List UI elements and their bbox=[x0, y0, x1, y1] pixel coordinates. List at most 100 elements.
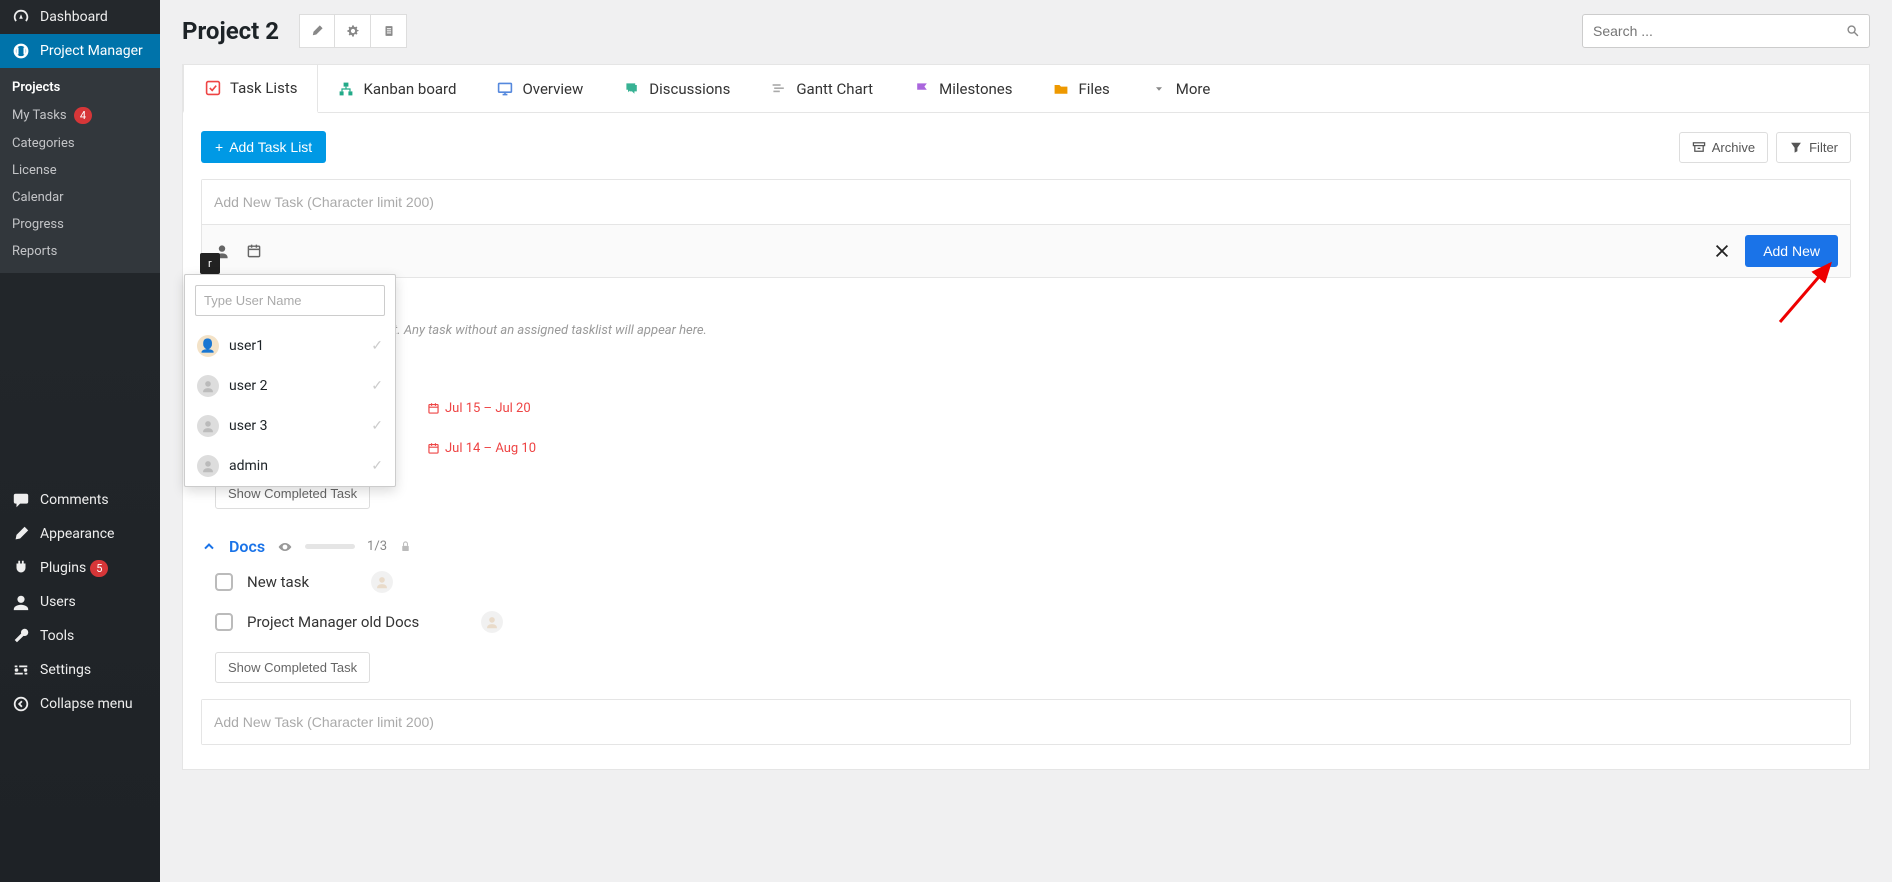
sidebar-sub-mytasks[interactable]: My Tasks 4 bbox=[0, 101, 160, 130]
eye-icon[interactable] bbox=[277, 539, 293, 555]
sidebar-sub-license[interactable]: License bbox=[0, 157, 160, 184]
user-name: user1 bbox=[229, 338, 264, 354]
add-task-box-bottom bbox=[201, 699, 1851, 745]
sidebar-sub-categories[interactable]: Categories bbox=[0, 130, 160, 157]
tab-overview[interactable]: Overview bbox=[476, 65, 603, 112]
plugins-count-badge: 5 bbox=[90, 560, 108, 577]
sidebar-item-collapse[interactable]: Collapse menu bbox=[0, 687, 160, 721]
sidebar-item-dashboard[interactable]: Dashboard bbox=[0, 0, 160, 34]
tab-files[interactable]: Files bbox=[1032, 65, 1129, 112]
search-input[interactable] bbox=[1582, 14, 1870, 48]
sidebar-label: Users bbox=[40, 594, 76, 610]
user-option[interactable]: 👤 user1 ✓ bbox=[191, 326, 389, 366]
search-box bbox=[1582, 14, 1870, 48]
chat-icon bbox=[623, 80, 641, 98]
sidebar-item-project-manager[interactable]: Project Manager bbox=[0, 34, 160, 68]
add-task-input-bottom[interactable] bbox=[202, 700, 1850, 744]
calendar-icon bbox=[427, 402, 440, 415]
sidebar-sub-projects[interactable]: Projects bbox=[0, 74, 160, 101]
sidebar-submenu: Projects My Tasks 4 Categories License C… bbox=[0, 68, 160, 273]
tasklist-inbox: Inbox 3/6 This is a system default task … bbox=[201, 298, 1851, 509]
user-option[interactable]: admin ✓ bbox=[191, 446, 389, 486]
sidebar-item-plugins[interactable]: Plugins 5 bbox=[0, 551, 160, 585]
task-due-date[interactable]: Jul 14 – Aug 10 bbox=[427, 441, 536, 456]
tab-milestones[interactable]: Milestones bbox=[893, 65, 1032, 112]
sidebar-item-settings[interactable]: Settings bbox=[0, 653, 160, 687]
sidebar-label: Plugins bbox=[40, 560, 86, 576]
task-row[interactable]: New Task Jul 14 – Aug 10 bbox=[201, 428, 1851, 468]
main-area: Project 2 Ta bbox=[160, 0, 1892, 882]
task-row[interactable]: Project Manager old Docs bbox=[201, 602, 1851, 642]
task-row[interactable]: New Task bbox=[201, 352, 1851, 388]
avatar-icon: 👤 bbox=[197, 335, 219, 357]
add-task-list-button[interactable]: + Add Task List bbox=[201, 131, 326, 163]
tab-task-lists[interactable]: Task Lists bbox=[183, 64, 318, 113]
filter-button[interactable]: Filter bbox=[1776, 132, 1851, 163]
tab-label: Overview bbox=[522, 80, 583, 98]
user-option[interactable]: user 3 ✓ bbox=[191, 406, 389, 446]
edit-project-button[interactable] bbox=[299, 14, 335, 48]
page-header: Project 2 bbox=[182, 14, 1870, 48]
avatar-icon bbox=[197, 415, 219, 437]
task-due-date[interactable]: Jul 15 – Jul 20 bbox=[427, 401, 531, 416]
archive-button[interactable]: Archive bbox=[1679, 132, 1768, 163]
settings-project-button[interactable] bbox=[335, 14, 371, 48]
task-name: Project Manager old Docs bbox=[247, 613, 447, 631]
sidebar-label: Collapse menu bbox=[40, 696, 133, 712]
user-filter-input[interactable] bbox=[195, 285, 385, 316]
sidebar-label: Tools bbox=[40, 628, 74, 644]
monitor-icon bbox=[496, 80, 514, 98]
close-add-task-button[interactable] bbox=[1713, 242, 1731, 260]
tab-content: + Add Task List Archive Filter bbox=[182, 112, 1870, 770]
progress-bar bbox=[305, 544, 355, 549]
user-option[interactable]: user 2 ✓ bbox=[191, 366, 389, 406]
assignee-avatar[interactable] bbox=[481, 611, 503, 633]
avatar-icon bbox=[197, 375, 219, 397]
add-task-box: Add New r bbox=[201, 179, 1851, 278]
wrench-icon bbox=[12, 627, 32, 645]
chevron-up-icon[interactable] bbox=[201, 539, 217, 555]
sidebar-sub-progress[interactable]: Progress bbox=[0, 211, 160, 238]
assign-tooltip: r bbox=[200, 253, 220, 274]
sidebar-item-comments[interactable]: Comments bbox=[0, 483, 160, 517]
gauge-icon bbox=[12, 8, 32, 26]
tab-kanban[interactable]: Kanban board bbox=[317, 65, 476, 112]
user-name: user 3 bbox=[229, 418, 267, 434]
task-row[interactable]: New Task Jul 15 – Jul 20 bbox=[201, 388, 1851, 428]
sidebar-item-tools[interactable]: Tools bbox=[0, 619, 160, 653]
brush-icon bbox=[12, 525, 32, 543]
assignee-avatar[interactable] bbox=[371, 571, 393, 593]
tab-more[interactable]: More bbox=[1130, 65, 1231, 112]
tab-label: Discussions bbox=[649, 80, 730, 98]
checkbox-icon bbox=[204, 79, 222, 97]
user-list[interactable]: 👤 user1 ✓ user 2 ✓ user 3 ✓ admin bbox=[185, 326, 395, 486]
tab-gantt[interactable]: Gantt Chart bbox=[750, 65, 893, 112]
more-project-button[interactable] bbox=[371, 14, 407, 48]
sidebar-sub-reports[interactable]: Reports bbox=[0, 238, 160, 265]
add-task-input[interactable] bbox=[202, 180, 1850, 224]
search-icon[interactable] bbox=[1846, 24, 1860, 38]
inbox-description: This is a system default task list. Any … bbox=[203, 323, 1851, 338]
gantt-icon bbox=[770, 80, 788, 98]
add-new-task-button[interactable]: Add New bbox=[1745, 235, 1838, 267]
task-row[interactable]: New task bbox=[201, 562, 1851, 602]
sidebar-item-appearance[interactable]: Appearance bbox=[0, 517, 160, 551]
admin-sidebar: Dashboard Project Manager Projects My Ta… bbox=[0, 0, 160, 882]
tab-discussions[interactable]: Discussions bbox=[603, 65, 750, 112]
archive-icon bbox=[1692, 140, 1706, 154]
calendar-icon bbox=[427, 442, 440, 455]
plug-icon bbox=[12, 559, 32, 577]
calendar-icon[interactable] bbox=[246, 243, 262, 259]
add-task-actions: Add New r bbox=[202, 224, 1850, 277]
task-checkbox[interactable] bbox=[215, 573, 233, 591]
show-completed-button[interactable]: Show Completed Task bbox=[215, 652, 370, 683]
tasklist-title[interactable]: Docs bbox=[229, 537, 265, 556]
progress-text: 1/3 bbox=[367, 539, 387, 554]
button-label: Add Task List bbox=[229, 139, 312, 155]
sidebar-sub-calendar[interactable]: Calendar bbox=[0, 184, 160, 211]
check-icon: ✓ bbox=[371, 338, 383, 354]
task-checkbox[interactable] bbox=[215, 613, 233, 631]
sidebar-item-users[interactable]: Users bbox=[0, 585, 160, 619]
check-icon: ✓ bbox=[371, 378, 383, 394]
user-icon bbox=[12, 593, 32, 611]
